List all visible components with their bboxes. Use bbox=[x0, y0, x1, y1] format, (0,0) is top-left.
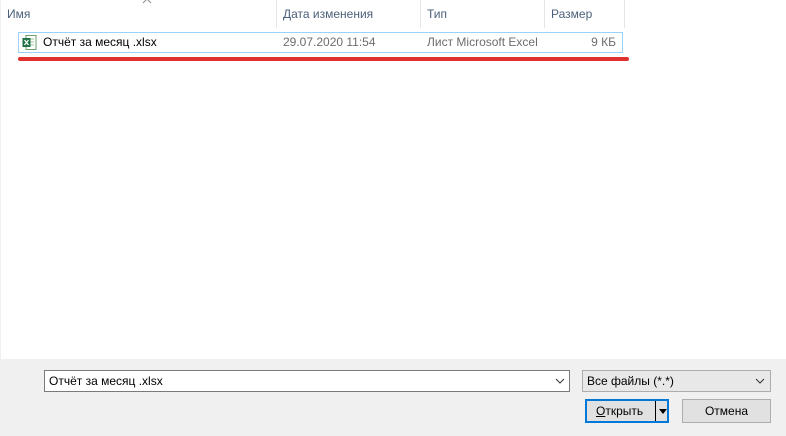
file-open-dialog: Имя Дата изменения Тип Размер Отчёт за м… bbox=[0, 0, 786, 436]
open-button-label-rest: ткрыть bbox=[605, 404, 644, 418]
column-header-type-label: Тип bbox=[427, 7, 448, 21]
open-button[interactable]: Открыть bbox=[585, 399, 669, 423]
split-button-divider bbox=[655, 401, 656, 421]
column-header-name[interactable]: Имя bbox=[1, 0, 277, 28]
file-type: Лист Microsoft Excel bbox=[427, 35, 538, 49]
annotation-red-underline bbox=[18, 57, 629, 61]
excel-file-icon bbox=[22, 35, 37, 50]
file-date-modified: 29.07.2020 11:54 bbox=[283, 35, 376, 49]
sort-up-chevron-icon bbox=[142, 0, 152, 4]
filename-combobox[interactable] bbox=[44, 370, 570, 392]
column-header-type[interactable]: Тип bbox=[421, 0, 545, 28]
file-row[interactable]: Отчёт за месяц .xlsx 29.07.2020 11:54 Ли… bbox=[18, 32, 623, 53]
column-header-date[interactable]: Дата изменения bbox=[277, 0, 421, 28]
chevron-down-icon[interactable] bbox=[551, 371, 569, 391]
column-header-date-label: Дата изменения bbox=[283, 7, 374, 21]
chevron-down-icon bbox=[755, 378, 765, 384]
column-header-name-label: Имя bbox=[7, 7, 31, 21]
cancel-button[interactable]: Отмена bbox=[682, 399, 771, 423]
dropdown-arrow-icon[interactable] bbox=[657, 401, 669, 421]
column-header-size[interactable]: Размер bbox=[545, 0, 625, 28]
file-list[interactable]: Имя Дата изменения Тип Размер Отчёт за м… bbox=[0, 0, 786, 359]
column-header-size-label: Размер bbox=[551, 7, 593, 21]
filename-input[interactable] bbox=[45, 371, 553, 391]
file-size: 9 КБ bbox=[591, 35, 616, 49]
file-type-filter-select[interactable]: Все файлы (*.*) bbox=[582, 370, 771, 392]
column-header-row: Имя Дата изменения Тип Размер bbox=[1, 0, 786, 28]
open-button-accelerator: О bbox=[596, 404, 606, 418]
file-name: Отчёт за месяц .xlsx bbox=[43, 35, 157, 49]
file-type-filter-value: Все файлы (*.*) bbox=[587, 374, 674, 388]
open-button-label: Открыть bbox=[596, 401, 643, 421]
dialog-footer: Все файлы (*.*) Открыть Отмена bbox=[0, 359, 786, 436]
